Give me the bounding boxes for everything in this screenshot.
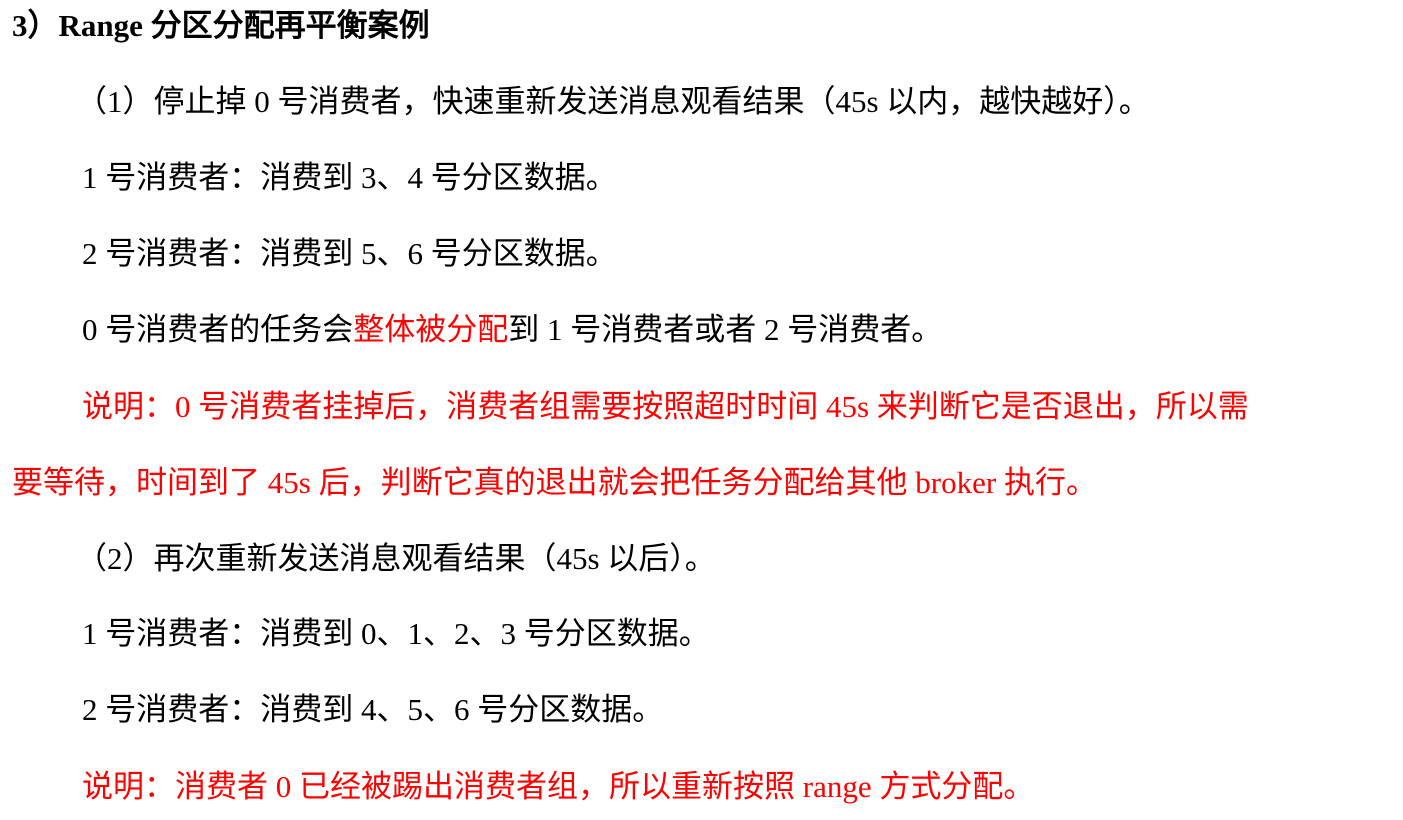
consumer-1-result-b: 1 号消费者：消费到 0、1、2、3 号分区数据。 xyxy=(82,616,710,651)
consumer-1-result-a: 1 号消费者：消费到 3、4 号分区数据。 xyxy=(82,160,617,195)
section-heading: 3）Range 分区分配再平衡案例 xyxy=(12,8,430,43)
consumer-0-text-before: 0 号消费者的任务会 xyxy=(82,312,354,347)
step-1-paragraph: （1）停止掉 0 号消费者，快速重新发送消息观看结果（45s 以内，越快越好）。 xyxy=(76,84,1150,119)
note-2: 说明：消费者 0 已经被踢出消费者组，所以重新按照 range 方式分配。 xyxy=(82,769,1035,804)
step-2-paragraph: （2）再次重新发送消息观看结果（45s 以后）。 xyxy=(76,541,716,576)
consumer-2-result-a: 2 号消费者：消费到 5、6 号分区数据。 xyxy=(82,236,617,271)
consumer-0-task-paragraph: 0 号消费者的任务会整体被分配到 1 号消费者或者 2 号消费者。 xyxy=(82,310,942,350)
highlight-text: 整体被分配 xyxy=(353,312,509,347)
note-1-line-2: 要等待，时间到了 45s 后，判断它真的退出就会把任务分配给其他 broker … xyxy=(12,465,1097,500)
note-1-line-1: 说明：0 号消费者挂掉后，消费者组需要按照超时时间 45s 来判断它是否退出，所… xyxy=(82,389,1249,424)
consumer-2-result-b: 2 号消费者：消费到 4、5、6 号分区数据。 xyxy=(82,692,664,727)
consumer-0-text-after: 到 1 号消费者或者 2 号消费者。 xyxy=(508,312,943,347)
